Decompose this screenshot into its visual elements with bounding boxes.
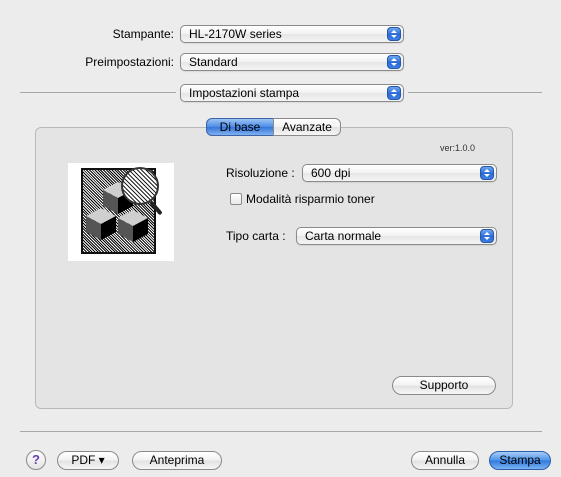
support-button[interactable]: Supporto — [392, 376, 496, 395]
preview-button[interactable]: Anteprima — [132, 451, 222, 470]
resolution-select[interactable]: 600 dpi — [302, 164, 497, 182]
panel-select-value: Impostazioni stampa — [189, 86, 300, 100]
version-label: ver:1.0.0 — [440, 143, 476, 153]
tab-avanzate[interactable]: Avanzate — [273, 118, 341, 136]
paper-type-select-value: Carta normale — [305, 229, 382, 243]
resolution-select-value: 600 dpi — [311, 166, 351, 180]
pdf-button[interactable]: PDF ▾ — [57, 451, 119, 470]
help-button[interactable]: ? — [26, 450, 46, 470]
toner-save-checkbox[interactable] — [230, 193, 242, 205]
printer-label: Stampante: — [112, 27, 174, 41]
popup-arrows-icon — [387, 86, 401, 100]
print-preview-image — [68, 163, 174, 261]
tab-di-base[interactable]: Di base — [206, 118, 274, 136]
paper-type-label: Tipo carta : — [226, 229, 286, 243]
toner-save-label[interactable]: Modalità risparmio toner — [246, 192, 375, 206]
panel-separator-left — [20, 92, 176, 93]
cancel-button[interactable]: Annulla — [411, 451, 479, 470]
popup-arrows-icon — [387, 55, 401, 69]
panel-select[interactable]: Impostazioni stampa — [180, 84, 404, 102]
presets-select-value: Standard — [189, 55, 238, 69]
resolution-label: Risoluzione : — [226, 166, 295, 180]
footer-separator — [20, 431, 542, 432]
printer-select[interactable]: HL-2170W series — [180, 25, 404, 43]
printer-select-value: HL-2170W series — [189, 27, 282, 41]
panel-separator-right — [408, 92, 542, 93]
presets-label: Preimpostazioni: — [85, 55, 174, 69]
print-button[interactable]: Stampa — [489, 451, 551, 470]
presets-select[interactable]: Standard — [180, 53, 404, 71]
magnifier-icon — [121, 167, 159, 205]
paper-type-select[interactable]: Carta normale — [296, 227, 497, 245]
popup-arrows-icon — [480, 166, 494, 180]
popup-arrows-icon — [480, 229, 494, 243]
popup-arrows-icon — [387, 27, 401, 41]
